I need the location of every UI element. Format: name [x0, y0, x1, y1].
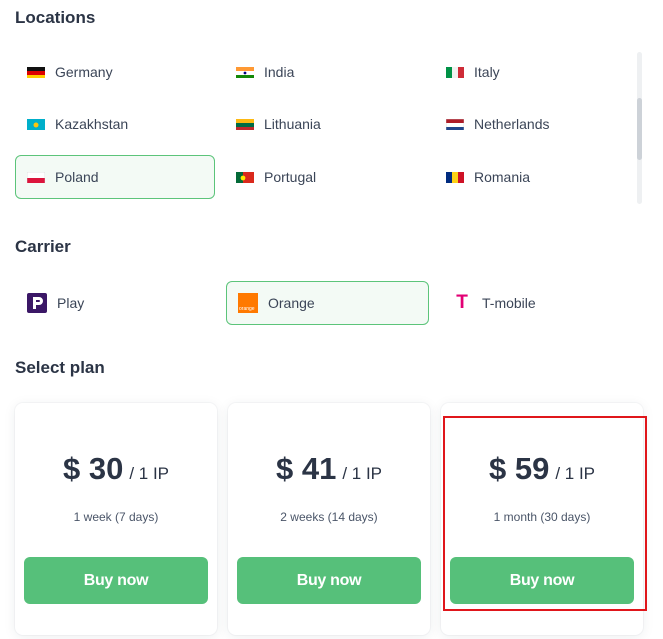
location-label: Kazakhstan [55, 116, 129, 132]
location-romania[interactable]: Romania [434, 155, 634, 199]
carrier-orange[interactable]: orange Orange [226, 281, 429, 325]
select-plan-title: Select plan [15, 358, 105, 377]
orange-logo-icon: orange [238, 293, 258, 313]
plan-price: $ 41 [275, 451, 337, 486]
highlight-box [443, 416, 647, 611]
location-label: India [264, 64, 295, 80]
location-portugal[interactable]: Portugal [224, 155, 424, 199]
locations-list: Germany India Italy Kazakhstan Lithuania… [15, 46, 635, 208]
location-label: Romania [474, 169, 531, 185]
scrollbar-thumb[interactable] [637, 98, 642, 160]
carrier-label: Orange [268, 295, 315, 311]
location-label: Germany [55, 64, 113, 80]
play-logo-icon [27, 293, 47, 313]
carrier-title: Carrier [15, 237, 71, 256]
plan-unit: / 1 IP [342, 464, 383, 483]
poland-flag-icon [27, 171, 45, 183]
location-label: Lithuania [264, 116, 321, 132]
location-label: Portugal [264, 169, 317, 185]
locations-title: Locations [15, 8, 96, 27]
plan-unit: / 1 IP [129, 464, 170, 483]
plan-duration: 1 week (7 days) [73, 510, 159, 524]
portugal-flag-icon [236, 171, 254, 183]
carrier-label: T-mobile [482, 295, 536, 311]
t-mobile-logo-icon: T [456, 292, 468, 313]
location-label: Netherlands [474, 116, 550, 132]
location-lithuania[interactable]: Lithuania [224, 102, 424, 146]
lithuania-flag-icon [236, 118, 254, 130]
plan-card-1-week: $ 30 / 1 IP 1 week (7 days) Buy now [15, 403, 217, 635]
buy-now-button[interactable]: Buy now [24, 557, 208, 604]
locations-scrollbar[interactable] [637, 52, 642, 204]
location-india[interactable]: India [224, 50, 424, 94]
india-flag-icon [236, 66, 254, 78]
location-netherlands[interactable]: Netherlands [434, 102, 634, 146]
location-poland[interactable]: Poland [15, 155, 215, 199]
location-germany[interactable]: Germany [15, 50, 215, 94]
location-kazakhstan[interactable]: Kazakhstan [15, 102, 215, 146]
romania-flag-icon [446, 171, 464, 183]
location-label: Italy [474, 64, 500, 80]
carrier-t-mobile[interactable]: T T-mobile [440, 281, 643, 325]
kazakhstan-flag-icon [27, 118, 45, 130]
location-label: Poland [55, 169, 99, 185]
buy-now-button[interactable]: Buy now [237, 557, 421, 604]
carrier-play[interactable]: Play [15, 281, 218, 325]
location-italy[interactable]: Italy [434, 50, 634, 94]
plan-duration: 2 weeks (14 days) [280, 510, 378, 524]
italy-flag-icon [446, 66, 464, 78]
netherlands-flag-icon [446, 118, 464, 130]
plan-price: $ 30 [62, 451, 124, 486]
carrier-label: Play [57, 295, 85, 311]
germany-flag-icon [27, 66, 45, 78]
plan-card-2-weeks: $ 41 / 1 IP 2 weeks (14 days) Buy now [228, 403, 430, 635]
